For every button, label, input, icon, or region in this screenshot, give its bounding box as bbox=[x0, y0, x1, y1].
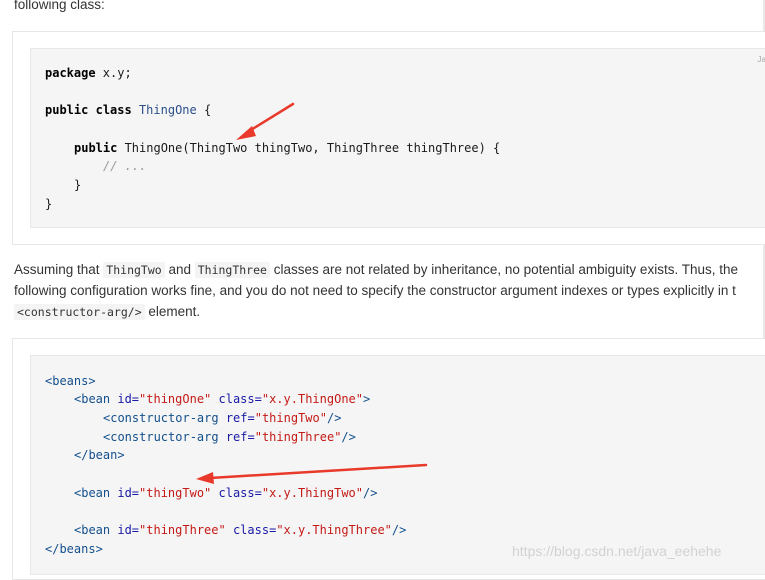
xml-code-block: <beans> <bean id="thingOne" class="x.y.T… bbox=[30, 355, 765, 575]
code-line: </beans> bbox=[45, 542, 103, 556]
code-line: <bean id="thingOne" class="x.y.ThingOne"… bbox=[74, 392, 371, 406]
code-line: <bean id="thingThree" class="x.y.ThingTh… bbox=[74, 523, 407, 537]
inline-code: ThingTwo bbox=[103, 262, 165, 278]
inline-code: <constructor-arg/> bbox=[14, 304, 145, 320]
code-line: package x.y; bbox=[45, 66, 132, 80]
watermark: https://blog.csdn.net/java_eehehe bbox=[512, 543, 722, 559]
paragraph-line: <constructor-arg/> element. bbox=[14, 301, 200, 323]
code-line: public ThingOne(ThingTwo thingTwo, Thing… bbox=[74, 141, 501, 155]
code-line: <constructor-arg ref="thingTwo"/> bbox=[103, 411, 342, 425]
paragraph-line: following configuration works fine, and … bbox=[14, 283, 736, 298]
paragraph-line: Assuming that ThingTwo and ThingThree cl… bbox=[14, 262, 738, 278]
code-line: <constructor-arg ref="thingThree"/> bbox=[103, 430, 356, 444]
code-line: } bbox=[45, 197, 53, 211]
inline-code: ThingThree bbox=[194, 262, 270, 278]
code-line: public class ThingOne { bbox=[45, 103, 212, 117]
intro-text: following class: bbox=[14, 0, 105, 12]
java-code-block: Ja package x.y; public class ThingOne { … bbox=[30, 48, 765, 228]
code-line: } bbox=[74, 178, 82, 192]
code-line: <bean id="thingTwo" class="x.y.ThingTwo"… bbox=[74, 486, 378, 500]
language-badge: Ja bbox=[757, 55, 765, 64]
code-line: <beans> bbox=[45, 374, 96, 388]
code-line: // ... bbox=[103, 159, 147, 173]
code-line: </bean> bbox=[74, 448, 125, 462]
